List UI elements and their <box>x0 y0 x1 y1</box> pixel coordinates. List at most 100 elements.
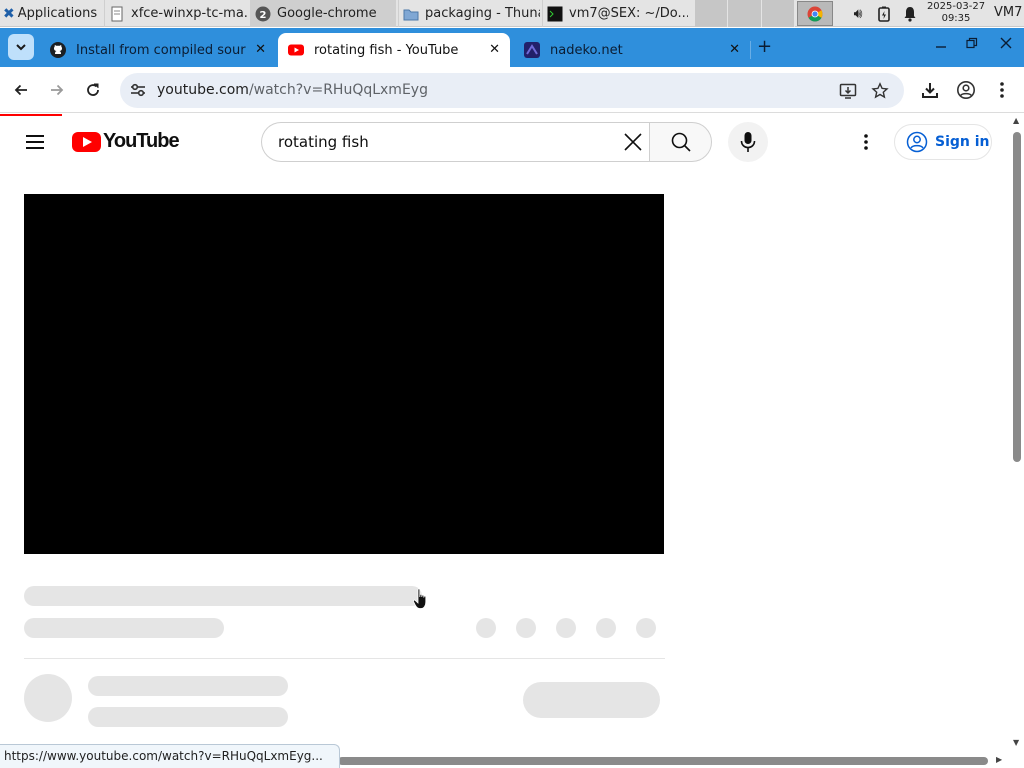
taskbar-item-label: xfce-winxp-tc-ma... <box>131 6 248 21</box>
arrow-right-icon <box>51 84 64 96</box>
youtube-page: YouTube rotating fish Sign in <box>0 114 1010 754</box>
tab-close-icon[interactable]: ✕ <box>255 42 266 57</box>
tab-nadeko[interactable]: nadeko.net ✕ <box>514 33 750 67</box>
chrome-icon: 2 <box>255 6 271 21</box>
github-icon <box>50 42 66 58</box>
downloads-icon[interactable] <box>918 78 942 102</box>
restore-icon[interactable] <box>966 37 978 53</box>
youtube-logo-text: YouTube <box>103 130 180 152</box>
browser-toolbar: youtube.com/watch?v=RHuQqLxmEyg <box>0 67 1024 113</box>
close-window-icon[interactable] <box>1000 37 1012 53</box>
bookmark-star-icon[interactable] <box>870 81 890 101</box>
video-meta-placeholder <box>24 618 224 638</box>
link-status-bubble: https://www.youtube.com/watch?v=RHuQqLxm… <box>0 744 340 768</box>
taskbar-item-label: Google-chrome <box>277 6 377 21</box>
url-path: /watch?v=RHuQqLxmEyg <box>248 82 428 98</box>
action-placeholder <box>596 618 616 638</box>
document-icon <box>111 6 123 21</box>
search-box[interactable]: rotating fish <box>261 122 649 162</box>
address-bar[interactable]: youtube.com/watch?v=RHuQqLxmEyg <box>120 73 904 108</box>
action-placeholder <box>636 618 656 638</box>
chrome-menu-icon[interactable] <box>990 78 1014 102</box>
workspace-3[interactable] <box>761 0 795 27</box>
voice-search-button[interactable] <box>728 122 768 162</box>
hand-cursor-icon <box>413 588 427 609</box>
tab-github[interactable]: Install from compiled sour ✕ <box>40 33 276 67</box>
reload-button[interactable] <box>80 77 106 103</box>
clock-date: 2025-03-27 <box>926 1 986 12</box>
tab-close-icon[interactable]: ✕ <box>729 42 740 57</box>
workspace-switcher[interactable] <box>695 0 795 27</box>
vertical-scroll-thumb[interactable] <box>1013 132 1021 462</box>
taskbar-item-google-chrome[interactable]: 2 Google-chrome <box>250 0 396 27</box>
site-settings-icon[interactable] <box>128 80 148 100</box>
search-icon <box>671 132 691 152</box>
scroll-down-arrow-icon[interactable]: ▼ <box>1013 738 1019 747</box>
tray-chrome-icon[interactable] <box>797 1 833 26</box>
new-tab-button[interactable]: + <box>757 36 772 57</box>
taskbar-item-label: vm7@SEX: ~/Do... <box>569 6 688 21</box>
settings-more-icon[interactable] <box>854 130 878 154</box>
microphone-icon <box>740 132 756 152</box>
horizontal-scroll-thumb[interactable] <box>338 757 988 765</box>
reload-icon <box>87 83 99 96</box>
back-button[interactable] <box>8 77 34 103</box>
tab-search-button[interactable] <box>8 34 34 60</box>
panel-clock[interactable]: 2025-03-27 09:35 <box>925 1 987 25</box>
url-host: youtube.com <box>157 82 249 98</box>
youtube-play-icon <box>72 131 101 152</box>
tab-youtube[interactable]: rotating fish - YouTube ✕ <box>278 33 510 67</box>
host-label: VM7 <box>994 5 1023 20</box>
notification-bell-icon[interactable] <box>897 0 923 27</box>
action-placeholder <box>516 618 536 638</box>
tab-close-icon[interactable]: ✕ <box>489 42 500 57</box>
applications-label: Applications <box>17 6 98 21</box>
terminal-icon <box>547 6 563 21</box>
workspace-1[interactable] <box>695 0 729 27</box>
nadeko-icon <box>524 42 540 58</box>
tab-title: Install from compiled sour <box>76 42 246 58</box>
search-input[interactable]: rotating fish <box>278 133 369 151</box>
guide-menu-icon[interactable] <box>24 132 48 152</box>
browser-tab-strip: Install from compiled sour ✕ rotating fi… <box>0 28 1024 67</box>
search-button[interactable] <box>649 122 712 162</box>
taskbar-item-xfce-winxp[interactable]: xfce-winxp-tc-ma... <box>104 0 248 27</box>
channel-name-placeholder <box>88 676 288 696</box>
taskbar-item-thunar[interactable]: packaging - Thunar <box>398 0 540 27</box>
tab-title: nadeko.net <box>550 42 623 58</box>
video-title-placeholder <box>24 586 422 606</box>
vertical-scrollbar[interactable]: ▲ ▼ <box>1010 114 1024 754</box>
applications-menu[interactable]: ✖ Applications <box>0 0 100 27</box>
workspace-2[interactable] <box>728 0 762 27</box>
page-load-progress <box>0 114 62 116</box>
youtube-icon <box>288 44 304 56</box>
install-app-icon[interactable] <box>838 81 858 101</box>
battery-icon[interactable] <box>871 0 897 27</box>
chevron-down-icon <box>16 43 26 50</box>
scroll-right-arrow-icon[interactable]: ▶ <box>996 755 1002 764</box>
video-player[interactable] <box>24 194 664 554</box>
url-text[interactable]: youtube.com/watch?v=RHuQqLxmEyg <box>157 82 428 98</box>
forward-button[interactable] <box>44 77 70 103</box>
folder-icon <box>403 9 419 20</box>
channel-subs-placeholder <box>88 707 288 727</box>
taskbar-item-label: packaging - Thunar <box>425 6 540 21</box>
arrow-left-icon <box>14 84 27 96</box>
clear-search-icon[interactable] <box>620 129 646 155</box>
account-circle-icon <box>906 131 928 153</box>
subscribe-button-placeholder <box>523 682 660 718</box>
youtube-logo[interactable]: YouTube <box>72 130 180 153</box>
profile-icon[interactable] <box>954 78 978 102</box>
tab-separator <box>750 41 751 59</box>
xfce-panel: ✖ Applications xfce-winxp-tc-ma... 2 Goo… <box>0 0 1024 27</box>
minimize-icon[interactable] <box>935 37 947 53</box>
xfce-logo-icon: ✖ <box>3 5 15 22</box>
sign-in-button[interactable]: Sign in <box>894 124 992 160</box>
scroll-up-arrow-icon[interactable]: ▲ <box>1013 116 1019 125</box>
action-placeholder <box>476 618 496 638</box>
system-tray: 🔊︎ <box>797 0 923 27</box>
chrome-logo-icon <box>807 6 823 22</box>
clock-time: 09:35 <box>941 13 971 24</box>
taskbar-item-terminal[interactable]: vm7@SEX: ~/Do... <box>542 0 688 27</box>
volume-icon[interactable]: 🔊︎ <box>845 0 871 27</box>
